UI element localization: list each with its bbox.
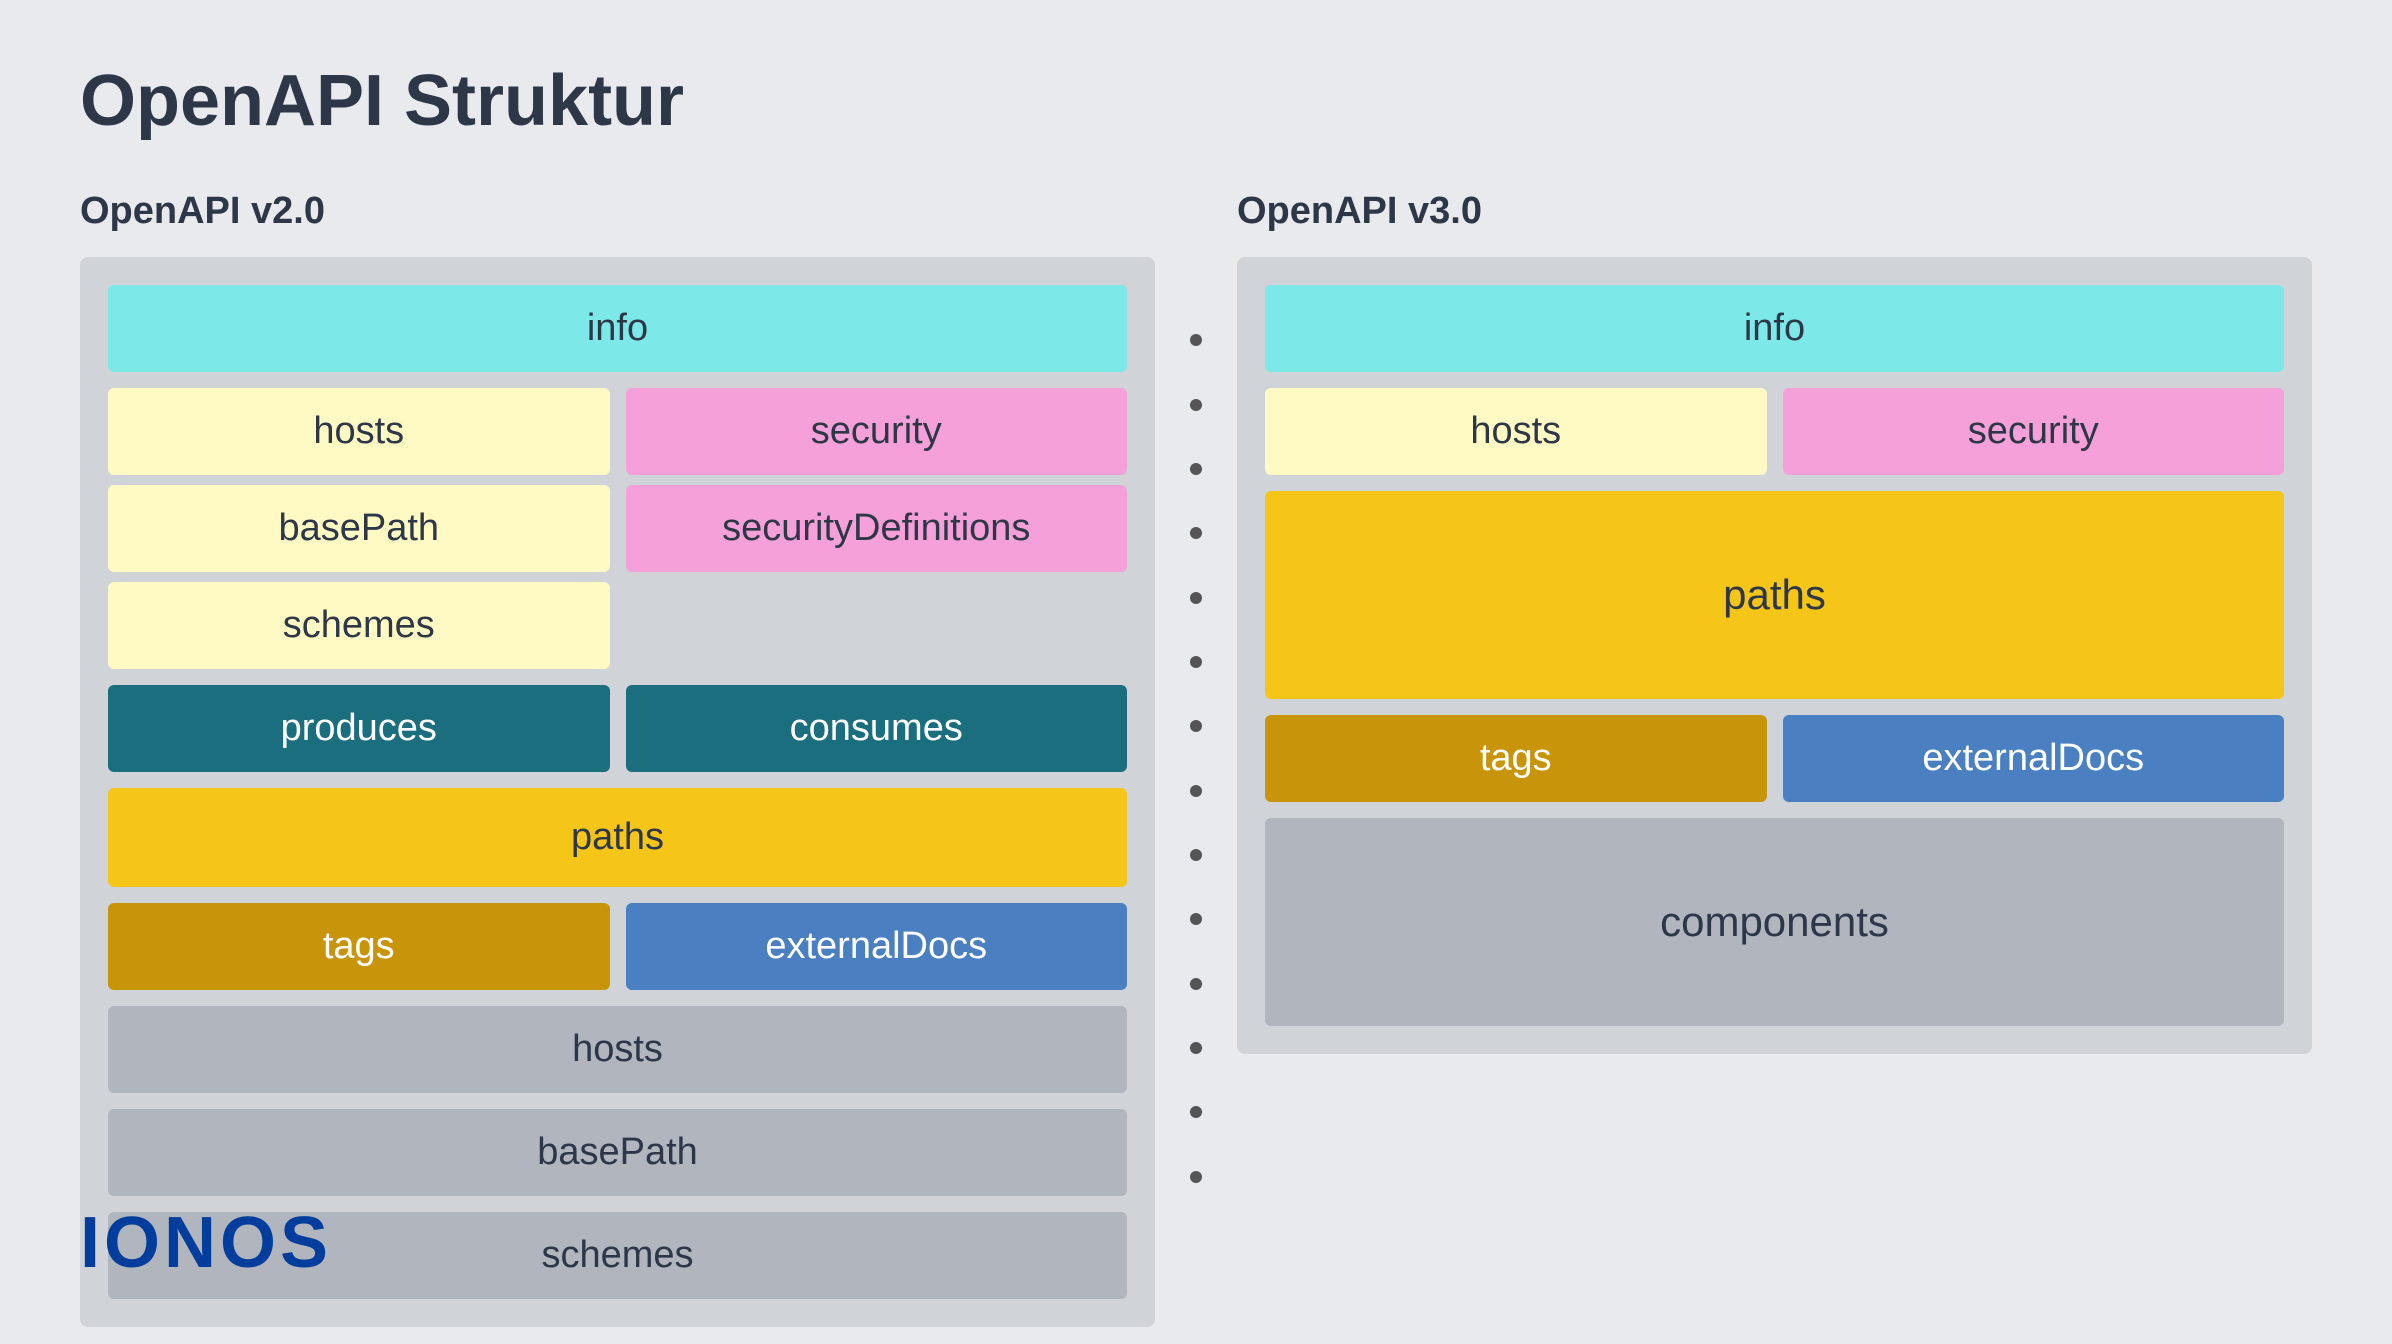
divider-dot-11 <box>1190 978 1202 990</box>
v3-externaldocs-cell: externalDocs <box>1783 715 2285 802</box>
v3-diagram: info hosts security paths tags externalD… <box>1237 257 2312 1054</box>
page-title: OpenAPI Struktur <box>80 60 2312 142</box>
divider-dot-12 <box>1190 1042 1202 1054</box>
v3-label: OpenAPI v3.0 <box>1237 190 2312 233</box>
v2-security-definitions-cell: securityDefinitions <box>626 485 1128 572</box>
v2-paths-cell: paths <box>108 788 1127 887</box>
v2-info-cell: info <box>108 285 1127 372</box>
v3-components-cell: components <box>1265 818 2284 1026</box>
divider-dot-7 <box>1190 720 1202 732</box>
comparison-columns: OpenAPI v2.0 info hosts basePath schemes… <box>80 190 2312 1327</box>
v3-security-cell: security <box>1783 388 2285 475</box>
column-divider <box>1195 190 1197 1327</box>
v2-security-cell: security <box>626 388 1128 475</box>
divider-dot-9 <box>1190 849 1202 861</box>
v2-externaldocs-cell: externalDocs <box>626 903 1128 990</box>
v3-hosts-cell: hosts <box>1265 388 1767 475</box>
v2-produces-consumes-row: produces consumes <box>108 685 1127 772</box>
divider-dot-10 <box>1190 913 1202 925</box>
v2-middle-area: hosts basePath schemes security security… <box>108 388 1127 669</box>
v2-tags-cell: tags <box>108 903 610 990</box>
v2-hosts-cell: hosts <box>108 388 610 475</box>
divider-dot-3 <box>1190 463 1202 475</box>
v2-label: OpenAPI v2.0 <box>80 190 1155 233</box>
v2-hosts-bottom-cell: hosts <box>108 1006 1127 1093</box>
v3-tags-cell: tags <box>1265 715 1767 802</box>
v2-column: OpenAPI v2.0 info hosts basePath schemes… <box>80 190 1155 1327</box>
v2-produces-cell: produces <box>108 685 610 772</box>
v3-hosts-security-row: hosts security <box>1265 388 2284 475</box>
divider-dot-4 <box>1190 527 1202 539</box>
v3-column: OpenAPI v3.0 info hosts security paths t… <box>1237 190 2312 1054</box>
divider-dot-1 <box>1190 334 1202 346</box>
v2-basepath-bottom-cell: basePath <box>108 1109 1127 1196</box>
divider-dot-2 <box>1190 399 1202 411</box>
v2-tags-externaldocs-row: tags externalDocs <box>108 903 1127 990</box>
v2-left-col: hosts basePath schemes <box>108 388 610 669</box>
v3-info-cell: info <box>1265 285 2284 372</box>
v2-schemes-cell: schemes <box>108 582 610 669</box>
v2-basepath-cell: basePath <box>108 485 610 572</box>
v2-right-col: security securityDefinitions <box>626 388 1128 669</box>
divider-dot-6 <box>1190 656 1202 668</box>
v2-consumes-cell: consumes <box>626 685 1128 772</box>
v3-tags-externaldocs-row: tags externalDocs <box>1265 715 2284 802</box>
divider-dot-5 <box>1190 592 1202 604</box>
divider-dot-14 <box>1190 1171 1202 1183</box>
v2-diagram: info hosts basePath schemes security sec… <box>80 257 1155 1327</box>
divider-dot-13 <box>1190 1106 1202 1118</box>
v3-paths-cell: paths <box>1265 491 2284 699</box>
ionos-logo: IONOS <box>80 1202 332 1284</box>
divider-dot-8 <box>1190 785 1202 797</box>
